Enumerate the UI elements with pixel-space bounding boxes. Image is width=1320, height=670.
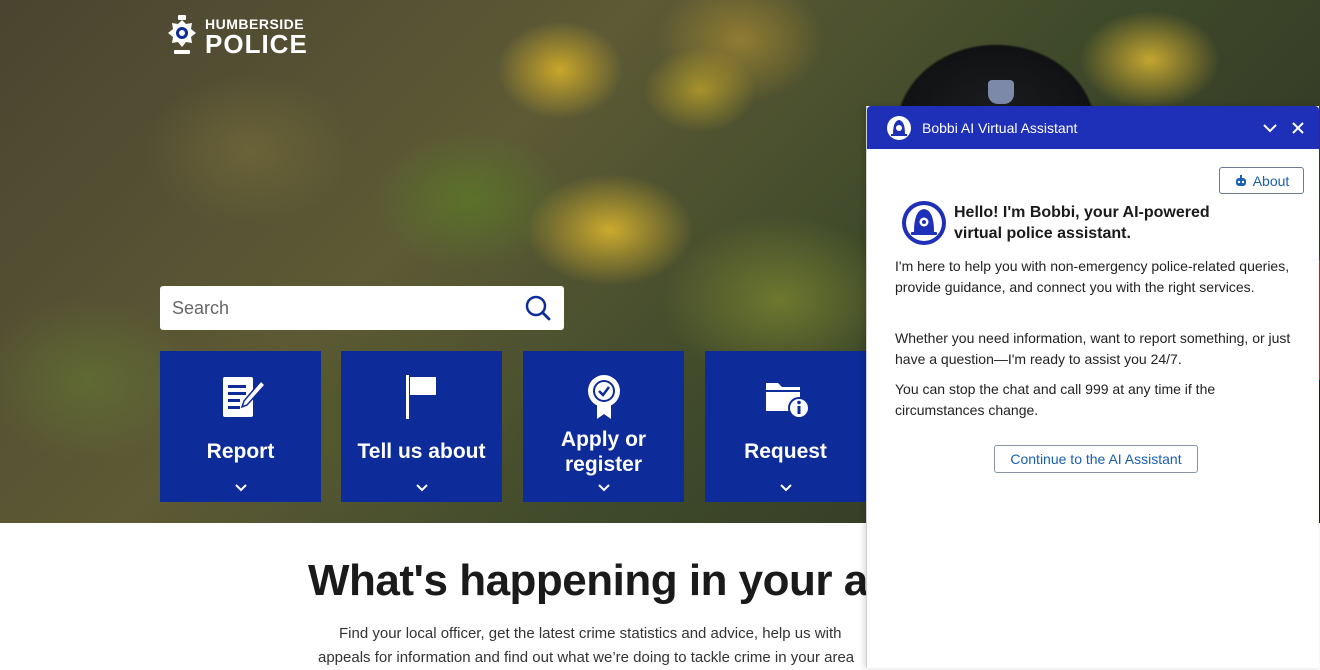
report-form-icon [222, 377, 265, 417]
bobbi-avatar [902, 201, 946, 245]
tile-report[interactable]: Report [160, 351, 321, 502]
chevron-down-icon [234, 484, 247, 492]
award-rosette-icon [587, 375, 620, 419]
section-intro-line1: Find your local officer, get the latest … [339, 625, 842, 642]
tile-tell-us-about-label: Tell us about [357, 440, 486, 463]
section-intro: Find your local officer, get the latest … [318, 622, 878, 670]
site-logo[interactable]: HUMBERSIDE POLICE [165, 14, 308, 58]
section-heading: What's happening in your area [308, 556, 933, 605]
chat-panel: Bobbi AI Virtual Assistant About Hello! … [866, 106, 1319, 668]
logo-text-police: POLICE [205, 28, 308, 59]
tile-tell-us-about[interactable]: Tell us about [341, 351, 502, 502]
chevron-down-icon [779, 484, 792, 492]
chat-emergency-paragraph: You can stop the chat and call 999 at an… [895, 381, 1216, 418]
tile-request[interactable]: Request [705, 351, 866, 502]
about-button-label: About [1252, 172, 1290, 189]
tile-apply-label-line2: register [564, 453, 643, 476]
tile-apply-or-register[interactable]: Apply or register [523, 351, 684, 502]
folder-info-icon [765, 383, 810, 419]
minimize-button[interactable] [1259, 117, 1281, 139]
tile-apply-label: Apply or register [523, 427, 684, 477]
tile-request-label: Request [744, 440, 827, 463]
chat-greeting: Hello! I'm Bobbi, your AI-powered virtua… [954, 204, 1210, 242]
bot-icon [1235, 174, 1246, 186]
tile-report-label: Report [206, 440, 275, 463]
about-button[interactable]: About [1219, 167, 1304, 194]
chat-title: Bobbi AI Virtual Assistant [922, 119, 1078, 136]
chat-intro-paragraph: I'm here to help you with non-emergency … [895, 258, 1290, 295]
close-button[interactable] [1287, 117, 1309, 139]
police-crest-icon [168, 15, 196, 54]
section-intro-line2: appeals for information and find out wha… [318, 649, 855, 666]
helmet-badge-image [988, 80, 1014, 104]
search-input[interactable] [160, 287, 524, 329]
close-icon [1292, 121, 1304, 134]
bobbi-helmet-icon [887, 115, 911, 140]
search-box [160, 286, 564, 330]
flag-icon [405, 375, 436, 419]
chat-availability-paragraph: Whether you need information, want to re… [895, 330, 1291, 367]
continue-to-assistant-button[interactable]: Continue to the AI Assistant [994, 445, 1198, 473]
chevron-down-icon [415, 484, 428, 492]
chat-header: Bobbi AI Virtual Assistant [867, 106, 1319, 149]
chevron-down-icon [597, 484, 610, 492]
search-icon[interactable] [524, 294, 552, 322]
chevron-down-icon [1263, 123, 1277, 132]
tile-apply-label-line1: Apply or [560, 428, 647, 451]
